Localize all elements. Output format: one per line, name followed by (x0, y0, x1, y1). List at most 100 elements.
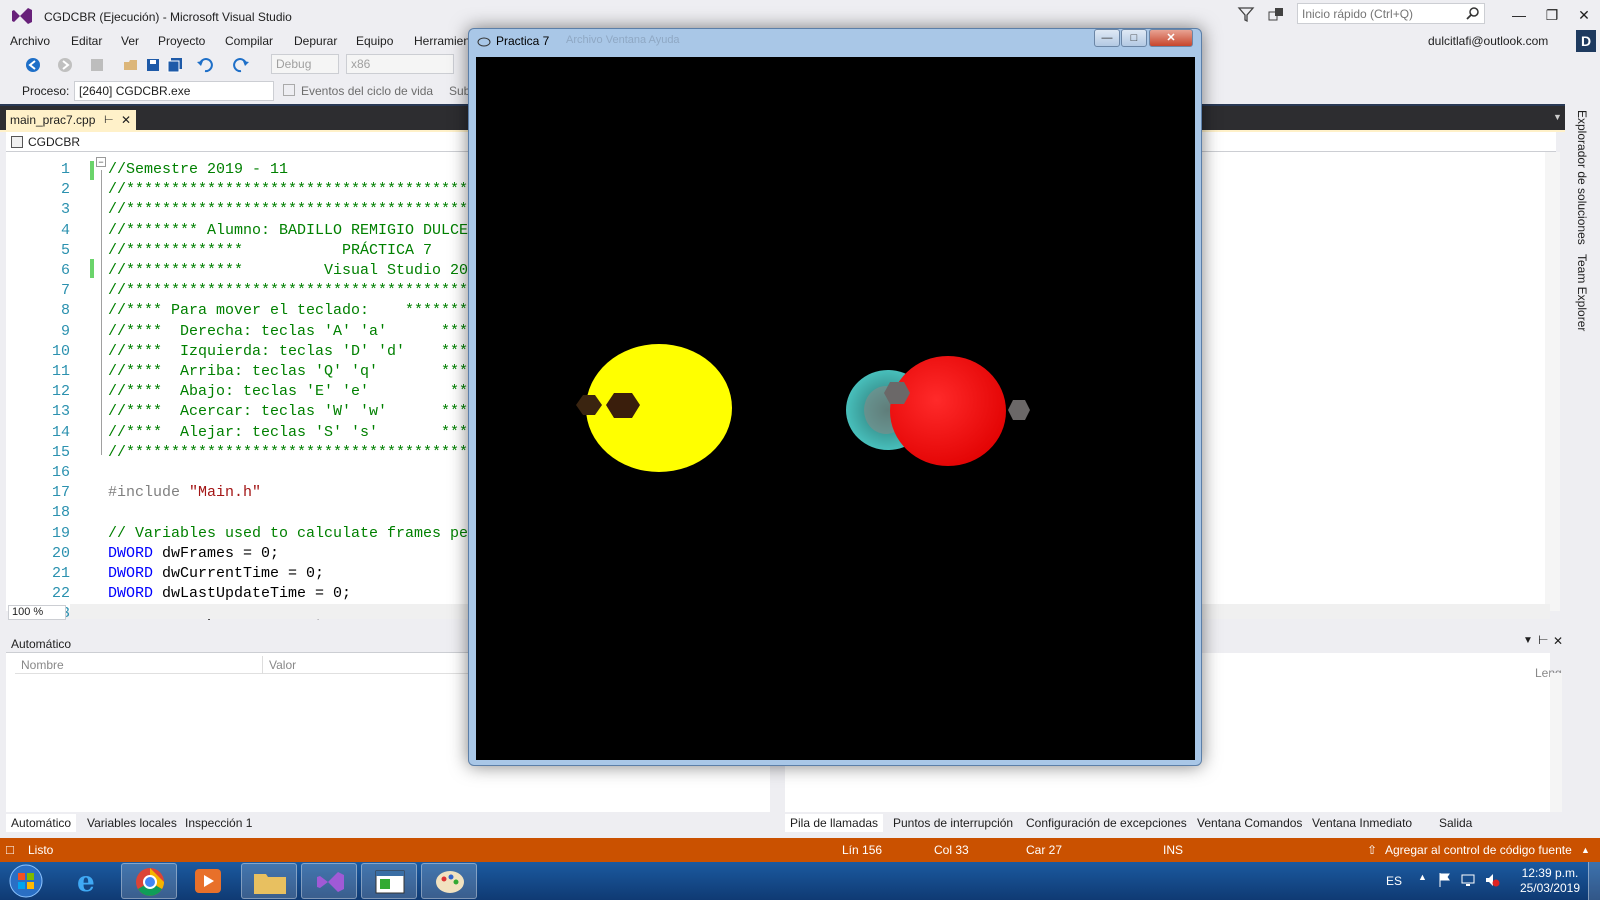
open-file-icon[interactable] (122, 56, 140, 74)
taskbar-internet-explorer[interactable]: e (61, 863, 117, 899)
lifecycle-events-select[interactable]: Eventos del ciclo de vida (301, 84, 433, 98)
pin-icon[interactable]: ⊢ (1538, 633, 1548, 647)
code-line[interactable]: //Semestre 2019 - 11 (108, 161, 288, 178)
action-center-flag-icon[interactable] (1438, 872, 1452, 888)
code-line[interactable]: //**************************************… (108, 444, 495, 461)
taskbar-chrome[interactable] (121, 863, 177, 899)
code-line[interactable]: //**** Arriba: teclas 'Q' 'q' *** (108, 363, 468, 380)
gl-close-button[interactable]: ✕ (1149, 29, 1193, 47)
menu-proyecto[interactable]: Proyecto (158, 34, 205, 48)
filter-icon[interactable] (1237, 5, 1255, 23)
code-line[interactable]: //**************************************… (108, 282, 495, 299)
tab-main-prac7[interactable]: main_prac7.cpp ⊢ ✕ (6, 110, 136, 130)
column-name[interactable]: Nombre (21, 658, 64, 672)
close-tab-icon[interactable]: ✕ (121, 110, 131, 130)
window-menu-icon[interactable]: ▼ (1523, 635, 1533, 646)
tab-output[interactable]: Salida (1439, 816, 1472, 830)
panel-scrollbar[interactable] (1550, 673, 1562, 813)
gl-maximize-button[interactable]: □ (1121, 29, 1147, 47)
include-directive: #include (108, 484, 181, 501)
avatar[interactable]: D (1576, 30, 1596, 52)
collapse-icon[interactable]: − (96, 157, 106, 167)
tab-locals[interactable]: Variables locales (87, 816, 177, 830)
taskbar-clock[interactable]: 12:39 p.m. 25/03/2019 (1520, 866, 1580, 896)
code-line[interactable]: //**** Derecha: teclas 'A' 'a' *** (108, 323, 468, 340)
new-project-icon[interactable] (88, 56, 106, 74)
menu-editar[interactable]: Editar (71, 34, 102, 48)
volume-muted-icon[interactable] (1484, 872, 1500, 888)
save-icon[interactable] (144, 56, 162, 74)
code-line[interactable]: //**** Para mover el teclado: ******* (108, 302, 468, 319)
upload-icon[interactable]: ⇧ (1367, 843, 1377, 857)
code-line[interactable]: //**** Abajo: teclas 'E' 'e' ** (108, 383, 468, 400)
taskbar-media-player[interactable] (181, 863, 237, 899)
chevron-up-icon[interactable]: ▲ (1581, 845, 1590, 855)
back-icon[interactable] (24, 56, 42, 74)
show-desktop-button[interactable] (1588, 862, 1600, 900)
code-line[interactable]: //**** Alejar: teclas 'S' 's' *** (108, 424, 468, 441)
pin-icon[interactable]: ⊢ (104, 110, 114, 130)
code-line[interactable]: //******** Alumno: BADILLO REMIGIO DULCE (108, 222, 468, 239)
close-panel-icon[interactable]: ✕ (1553, 634, 1563, 648)
zoom-select[interactable]: 100 % (8, 605, 66, 620)
feedback-icon[interactable] (1267, 6, 1285, 24)
start-button-icon[interactable] (4, 863, 48, 899)
tab-autos[interactable]: Automático (6, 814, 77, 832)
tab-call-stack[interactable]: Pila de llamadas (785, 814, 884, 832)
solution-config-select[interactable]: Debug (271, 54, 339, 74)
platform-select[interactable]: x86 (346, 54, 454, 74)
project-nav-select[interactable]: CGDCBR (28, 135, 80, 149)
tab-dropdown-icon[interactable]: ▼ (1553, 112, 1562, 122)
tab-solution-explorer[interactable]: Explorador de soluciones (1575, 110, 1589, 245)
tab-team-explorer[interactable]: Team Explorer (1575, 254, 1589, 331)
opengl-canvas[interactable] (476, 57, 1195, 760)
taskbar-visual-studio[interactable] (301, 863, 357, 899)
quick-launch-box[interactable] (1297, 3, 1485, 24)
code-line[interactable]: #include "Main.h" (108, 484, 261, 501)
search-icon[interactable] (1466, 6, 1480, 20)
save-all-icon[interactable] (166, 56, 184, 74)
input-language[interactable]: ES (1386, 874, 1402, 888)
network-icon[interactable] (1460, 872, 1476, 888)
menu-herramientas[interactable]: Herramien (414, 34, 470, 48)
code-line[interactable]: //**************************************… (108, 181, 495, 198)
redo-icon[interactable] (232, 56, 250, 74)
show-hidden-icons[interactable]: ▲ (1418, 872, 1427, 882)
tab-exception-settings[interactable]: Configuración de excepciones (1026, 816, 1187, 830)
code-line[interactable]: //**************************************… (108, 201, 495, 218)
menu-archivo[interactable]: Archivo (10, 34, 50, 48)
app-window-icon[interactable] (477, 36, 491, 48)
quick-launch-input[interactable] (1298, 4, 1458, 23)
menu-depurar[interactable]: Depurar (294, 34, 337, 48)
taskbar-paint[interactable] (421, 863, 477, 899)
code-line[interactable]: DWORD dwCurrentTime = 0; (108, 565, 324, 582)
close-button[interactable]: ✕ (1572, 6, 1596, 24)
code-line[interactable]: // Variables used to calculate frames pe (108, 525, 468, 542)
tab-immediate-window[interactable]: Ventana Inmediato (1312, 816, 1412, 830)
minimize-button[interactable]: — (1507, 6, 1531, 24)
tab-command-window[interactable]: Ventana Comandos (1197, 816, 1302, 830)
taskbar-opengl-app[interactable] (361, 863, 417, 899)
tab-breakpoints[interactable]: Puntos de interrupción (893, 816, 1013, 830)
add-source-control[interactable]: Agregar al control de código fuente (1385, 843, 1572, 857)
editor-vertical-scrollbar[interactable] (1545, 152, 1560, 611)
code-line[interactable]: DWORD dwFrames = 0; (108, 545, 279, 562)
account-email[interactable]: dulcitlafi@outlook.com (1428, 34, 1548, 48)
menu-ver[interactable]: Ver (121, 34, 139, 48)
menu-equipo[interactable]: Equipo (356, 34, 393, 48)
forward-icon[interactable] (56, 56, 74, 74)
column-divider[interactable] (262, 656, 263, 674)
process-select[interactable]: [2640] CGDCBR.exe (74, 81, 274, 101)
code-line[interactable]: //************* Visual Studio 20 (108, 262, 468, 279)
column-value[interactable]: Valor (269, 658, 296, 672)
menu-compilar[interactable]: Compilar (225, 34, 273, 48)
gl-minimize-button[interactable]: — (1094, 29, 1120, 47)
tab-watch-1[interactable]: Inspección 1 (185, 816, 252, 830)
code-line[interactable]: //************* PRÁCTICA 7 (108, 242, 432, 259)
code-line[interactable]: DWORD dwLastUpdateTime = 0; (108, 585, 351, 602)
maximize-button[interactable]: ❐ (1540, 6, 1564, 24)
taskbar-file-explorer[interactable] (241, 863, 297, 899)
code-line[interactable]: //**** Acercar: teclas 'W' 'w' *** (108, 403, 468, 420)
undo-icon[interactable] (196, 56, 214, 74)
code-line[interactable]: //**** Izquierda: teclas 'D' 'd' *** (108, 343, 468, 360)
